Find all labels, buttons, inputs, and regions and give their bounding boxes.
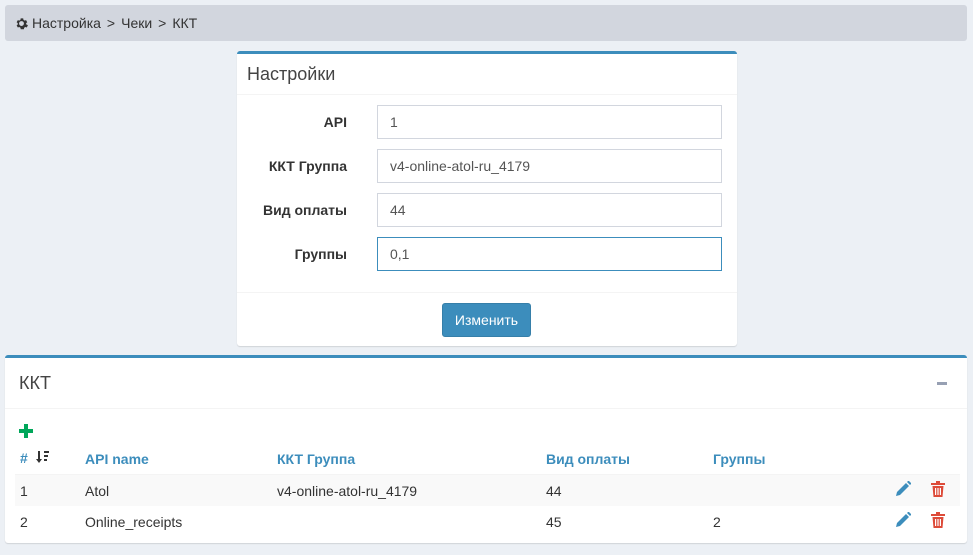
kkt-table: # API name ККТ Группа Вид оплаты Группы … — [15, 443, 960, 537]
save-button[interactable]: Изменить — [442, 303, 531, 337]
kkt-panel: ККТ # API name ККТ Группа Вид оплаты Гру… — [5, 355, 967, 543]
kkt-group-input[interactable] — [377, 149, 722, 183]
row-groups: 2 — [713, 513, 721, 530]
row-actions — [853, 506, 960, 537]
table-header-row: # API name ККТ Группа Вид оплаты Группы — [15, 443, 960, 475]
edit-icon[interactable] — [895, 511, 912, 531]
breadcrumb-item-kkt: ККТ — [172, 15, 198, 31]
row-kkt-group: v4-online-atol-ru_4179 — [272, 474, 541, 506]
api-row: API — [237, 105, 737, 139]
row-num: 2 — [20, 513, 28, 530]
groups-input[interactable] — [377, 237, 722, 271]
column-header-payment-type[interactable]: Вид оплаты — [541, 443, 708, 475]
row-actions — [853, 474, 960, 506]
delete-icon[interactable] — [931, 512, 945, 531]
collapse-icon[interactable] — [937, 382, 947, 385]
column-header-num-label: # — [20, 449, 28, 466]
breadcrumb-separator: > — [106, 15, 116, 31]
delete-icon[interactable] — [931, 481, 945, 500]
breadcrumb-item-receipts[interactable]: Чеки — [121, 15, 152, 31]
column-header-groups[interactable]: Группы — [708, 443, 853, 475]
row-payment-type: 44 — [541, 474, 708, 506]
api-label: API — [323, 114, 347, 130]
column-header-kkt-group[interactable]: ККТ Группа — [272, 443, 541, 475]
row-kkt-group — [272, 506, 541, 537]
row-api-name: Atol — [80, 474, 272, 506]
kkt-group-label: ККТ Группа — [268, 158, 347, 174]
column-header-api-name[interactable]: API name — [80, 443, 272, 475]
groups-row: Группы — [237, 237, 737, 271]
settings-title: Настройки — [237, 54, 737, 95]
sort-icon[interactable] — [35, 450, 50, 467]
edit-icon[interactable] — [895, 480, 912, 500]
gear-icon — [15, 17, 28, 30]
breadcrumb-separator: > — [158, 15, 167, 31]
kkt-group-row: ККТ Группа — [237, 149, 737, 183]
add-icon[interactable] — [19, 424, 33, 438]
payment-type-row: Вид оплаты — [237, 193, 737, 227]
row-num: 1 — [15, 474, 80, 506]
table-row: 2 Online_receipts 45 2 — [15, 506, 960, 537]
row-groups — [708, 474, 853, 506]
row-api-name: Online_receipts — [85, 513, 183, 530]
settings-panel: Настройки API ККТ Группа Вид оплаты Груп… — [237, 51, 737, 346]
table-row: 1 Atol v4-online-atol-ru_4179 44 — [15, 474, 960, 506]
api-input[interactable] — [377, 105, 722, 139]
column-header-actions — [853, 443, 960, 475]
payment-type-label: Вид оплаты — [263, 202, 347, 218]
column-header-num[interactable]: # — [15, 443, 80, 475]
breadcrumb: Настройка > Чеки > ККТ — [5, 5, 967, 41]
footer-divider — [237, 292, 737, 293]
breadcrumb-item-settings[interactable]: Настройка — [32, 15, 101, 31]
row-payment-type: 45 — [546, 513, 562, 530]
payment-type-input[interactable] — [377, 193, 722, 227]
kkt-title: ККТ — [5, 358, 967, 409]
groups-label: Группы — [294, 246, 347, 262]
